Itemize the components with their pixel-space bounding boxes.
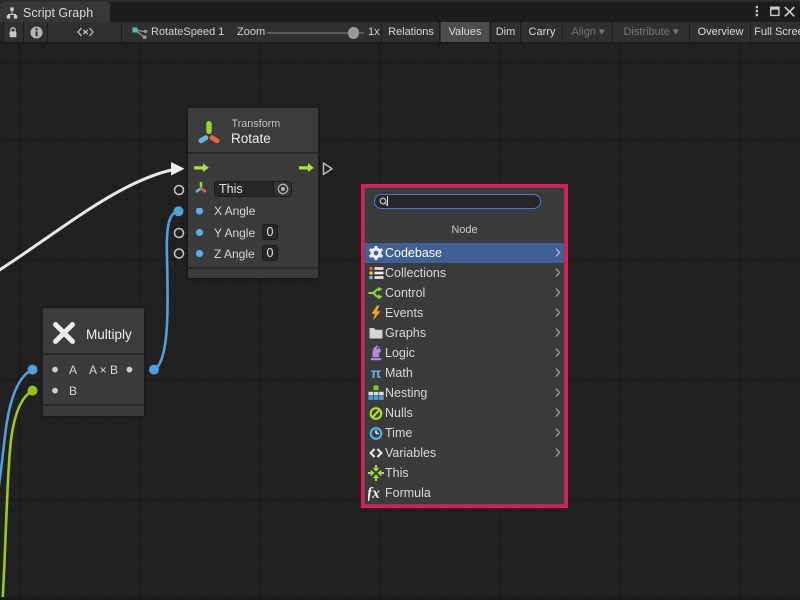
svg-text:fx: fx — [368, 485, 380, 501]
svg-text:π: π — [371, 365, 382, 381]
